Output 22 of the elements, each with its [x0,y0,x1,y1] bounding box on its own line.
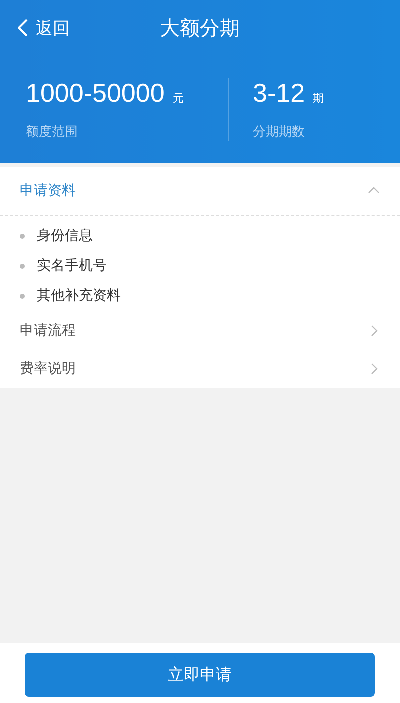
stat-value: 1000-50000 [26,78,165,108]
bullet-icon [20,264,25,268]
stat-label: 分期期数 [253,124,306,141]
back-icon [18,19,28,37]
requirement-item: 其他补充资料 [37,287,121,305]
apply-button[interactable]: 立即申请 [25,653,375,697]
back-button[interactable]: 返回 [0,16,70,40]
stat-label: 额度范围 [26,124,79,141]
page-title: 大额分期 [160,14,240,42]
bullet-icon [20,234,25,238]
section-header[interactable]: 费率说明 [0,350,400,388]
stat-unit: 期 [313,92,324,105]
section-header[interactable]: 申请流程 [0,312,400,350]
stat-unit: 元 [172,92,184,105]
stat-value: 3-12 [253,78,306,108]
section-title: 费率说明 [20,360,76,378]
requirement-item: 实名手机号 [37,257,107,275]
section-title: 申请流程 [20,322,76,340]
bullet-icon [20,294,25,298]
section-header[interactable]: 申请资料 [0,167,400,216]
section-title: 申请资料 [20,182,76,200]
requirement-item: 身份信息 [37,227,93,245]
